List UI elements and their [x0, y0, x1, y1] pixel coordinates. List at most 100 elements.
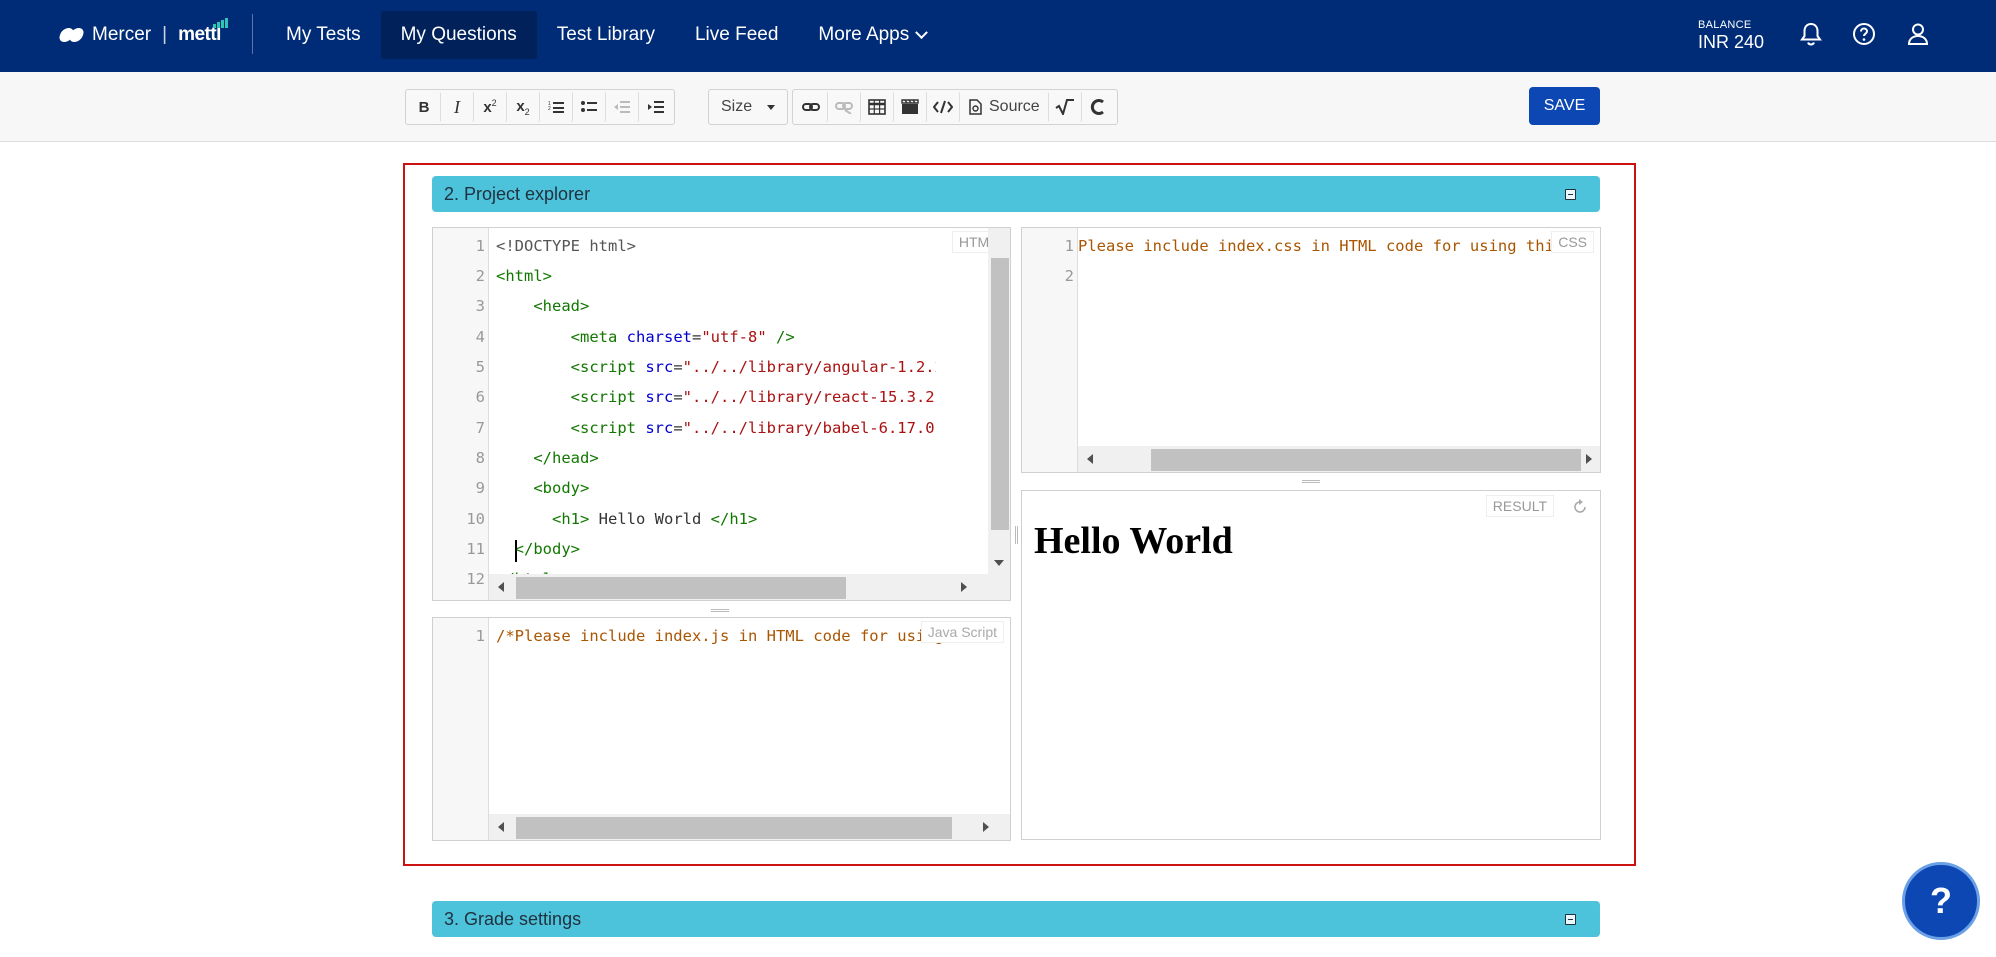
superscript-button[interactable]: x2	[474, 92, 507, 122]
css-editor[interactable]: 1 2 Please include index.css in HTML cod…	[1021, 227, 1601, 473]
grade-settings-header[interactable]: 3. Grade settings	[432, 901, 1600, 937]
line-number: 1	[475, 237, 485, 255]
section-title: 3. Grade settings	[444, 908, 582, 929]
notifications-button[interactable]	[1797, 20, 1825, 48]
line-number: 6	[475, 388, 485, 406]
horizontal-splitter[interactable]	[711, 609, 729, 612]
collapse-icon[interactable]	[1565, 914, 1576, 925]
table-button[interactable]	[861, 92, 894, 122]
html-horizontal-scrollbar[interactable]	[489, 574, 1010, 600]
source-icon	[969, 99, 982, 115]
line-number: 7	[475, 419, 485, 437]
editor-toolbar: B I x2 x2 12 Size Source	[0, 72, 1996, 142]
nav-more-apps[interactable]: More Apps	[798, 11, 946, 59]
vertical-splitter[interactable]	[1015, 526, 1018, 544]
scroll-thumb[interactable]	[1151, 449, 1581, 471]
nav-my-questions[interactable]: My Questions	[380, 11, 537, 59]
css-code-line: Please include index.css in HTML code fo…	[1078, 237, 1564, 255]
scroll-thumb[interactable]	[516, 577, 846, 599]
collapse-icon[interactable]	[1565, 189, 1576, 200]
html-editor[interactable]: 1 2 3 4 5 6 7 8 9 10 11 12 <!DOCTYPE htm…	[432, 227, 1011, 601]
scroll-left-arrow[interactable]	[1087, 454, 1093, 464]
code-button[interactable]	[927, 92, 960, 122]
math-button[interactable]	[1049, 92, 1082, 122]
html-vertical-scrollbar[interactable]	[988, 228, 1010, 576]
line-number: 2	[475, 267, 485, 285]
line-number: 9	[475, 479, 485, 497]
source-button[interactable]: Source	[960, 92, 1049, 122]
bullet-list-button[interactable]	[573, 92, 606, 122]
js-editor[interactable]: 1 /*Please include index.js in HTML code…	[432, 617, 1011, 841]
size-group: Size	[708, 89, 788, 125]
bars-icon	[212, 18, 228, 28]
italic-icon: I	[454, 96, 460, 117]
scroll-thumb[interactable]	[516, 817, 952, 839]
scroll-down-arrow[interactable]	[994, 560, 1004, 566]
html-code-line: <h1> Hello World </h1>	[552, 510, 758, 528]
line-number: 1	[1064, 237, 1074, 255]
html-code-line: </body>	[514, 540, 581, 558]
horizontal-splitter[interactable]	[1302, 480, 1320, 483]
line-number: 3	[475, 297, 485, 315]
result-label: RESULT	[1485, 495, 1554, 517]
top-navbar: Mercer | mettl My Tests My Questions Tes…	[0, 0, 1996, 72]
html-code-line: <body>	[533, 479, 590, 497]
line-number: 11	[466, 540, 485, 558]
nav-test-library[interactable]: Test Library	[537, 11, 675, 59]
square-root-icon	[1055, 99, 1074, 115]
brand-logo[interactable]: Mercer | mettl	[57, 18, 228, 48]
js-code-line: /*Please include index.js in HTML code f…	[496, 627, 991, 645]
bold-icon: B	[418, 98, 430, 116]
scroll-right-arrow[interactable]	[961, 582, 967, 592]
subscript-button[interactable]: x2	[507, 92, 540, 122]
profile-button[interactable]	[1904, 20, 1932, 48]
scroll-left-arrow[interactable]	[498, 582, 504, 592]
bullet-list-icon	[581, 101, 597, 112]
html-code-line: <script src="../../library/babel-6.17.0.…	[570, 419, 936, 437]
css-label: CSS	[1551, 231, 1594, 253]
brand-name: Mercer	[92, 24, 152, 45]
mercer-logo-icon	[57, 28, 86, 42]
refresh-button[interactable]	[1572, 499, 1588, 520]
caret-down-icon	[767, 104, 775, 110]
main-nav: My Tests My Questions Test Library Live …	[266, 11, 946, 59]
italic-button[interactable]: I	[441, 92, 474, 122]
indent-icon	[647, 101, 664, 113]
html-code-line: <script src="../../library/react-15.3.2.…	[570, 388, 936, 406]
numbered-list-button[interactable]: 12	[540, 92, 573, 122]
unlink-button[interactable]	[828, 92, 861, 122]
js-horizontal-scrollbar[interactable]	[489, 814, 1010, 840]
line-number: 12	[466, 570, 485, 588]
scroll-left-arrow[interactable]	[498, 822, 504, 832]
result-pane: Hello World RESULT	[1021, 490, 1601, 840]
link-button[interactable]	[795, 92, 828, 122]
media-button[interactable]	[894, 92, 927, 122]
chemistry-button[interactable]	[1082, 92, 1115, 122]
help-fab-button[interactable]: ?	[1902, 862, 1980, 940]
save-button[interactable]: SAVE	[1529, 87, 1600, 125]
css-horizontal-scrollbar[interactable]	[1078, 446, 1600, 472]
outdent-button[interactable]	[606, 92, 639, 122]
help-button[interactable]	[1850, 20, 1878, 48]
nav-live-feed[interactable]: Live Feed	[675, 11, 798, 59]
brand-separator: |	[162, 24, 168, 45]
bold-button[interactable]: B	[408, 92, 441, 122]
html-code-line: <script src="../../library/angular-1.2.2…	[570, 358, 936, 376]
line-number: 4	[475, 328, 485, 346]
unlink-icon	[835, 102, 853, 114]
nav-my-tests[interactable]: My Tests	[266, 11, 381, 59]
balance-display: BALANCE INR 240	[1698, 19, 1764, 53]
line-number: 5	[475, 358, 485, 376]
scroll-right-arrow[interactable]	[983, 822, 989, 832]
html-code-line: <head>	[533, 297, 590, 315]
scroll-thumb[interactable]	[991, 258, 1009, 530]
svg-text:2: 2	[548, 106, 551, 112]
project-explorer-header[interactable]: 2. Project explorer	[432, 176, 1600, 212]
indent-button[interactable]	[639, 92, 672, 122]
scroll-right-arrow[interactable]	[1586, 454, 1592, 464]
subscript-icon: x2	[516, 97, 530, 117]
line-number: 8	[475, 449, 485, 467]
font-size-select[interactable]: Size	[711, 92, 785, 122]
user-icon	[1907, 23, 1929, 45]
line-number: 1	[475, 627, 485, 645]
